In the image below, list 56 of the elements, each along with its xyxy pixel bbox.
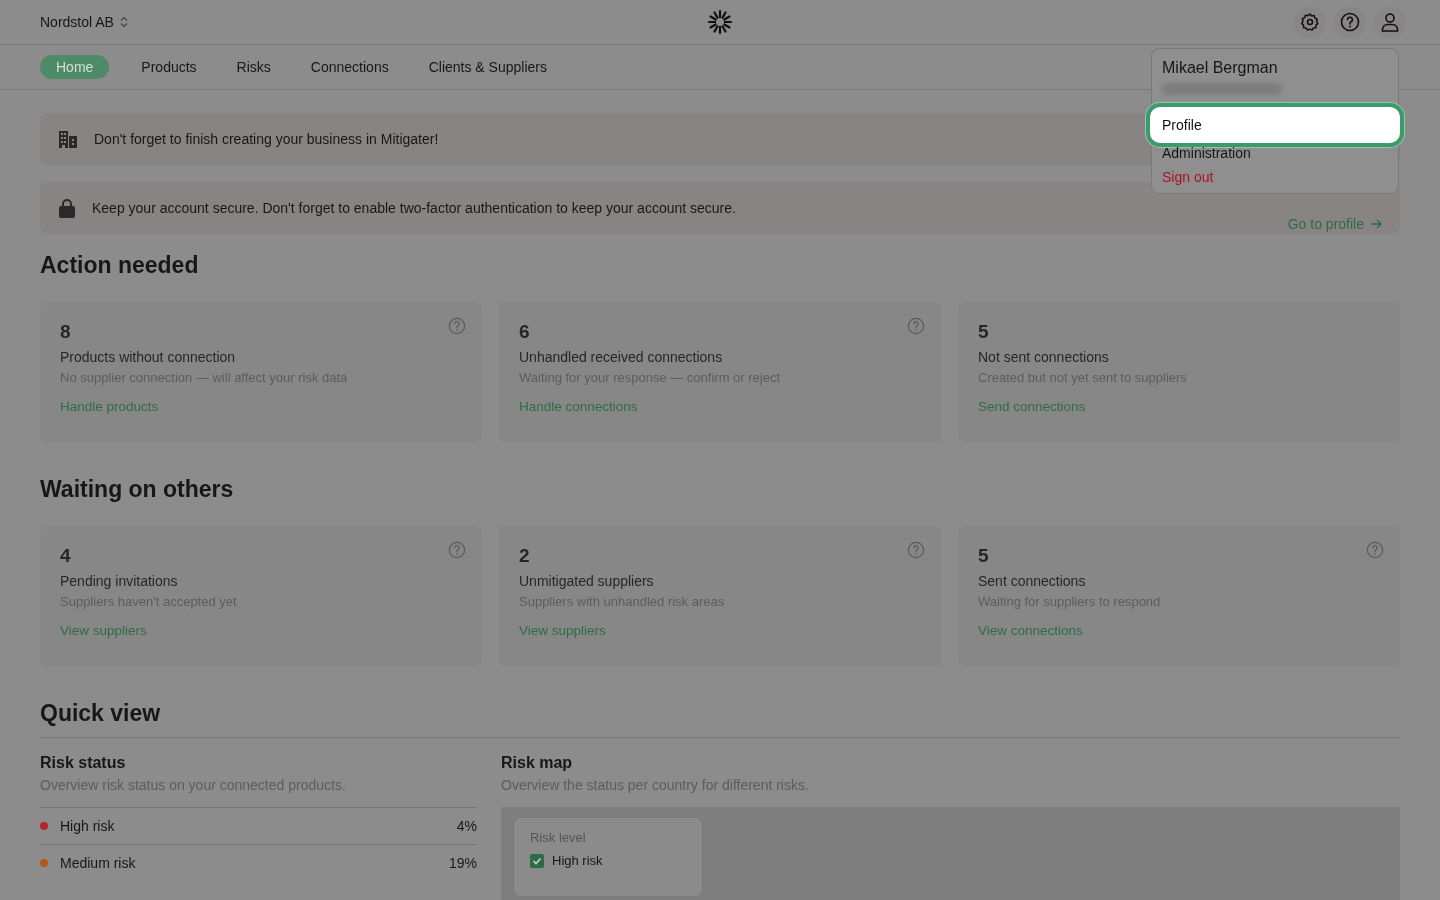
action-link[interactable]: View connections — [978, 623, 1083, 638]
banner-text: Keep your account secure. Don't forget to enable two-factor authentication to keep your account secure. — [92, 200, 736, 216]
action-link[interactable]: View suppliers — [60, 623, 147, 638]
action-link[interactable]: View suppliers — [519, 623, 606, 638]
stat-title: Pending invitations — [60, 573, 179, 589]
section-title: Action needed — [40, 251, 200, 279]
panel-title: Risk map — [501, 754, 574, 772]
profile-link[interactable]: Go to profile — [1287, 216, 1382, 232]
risk-percentage: 4% — [456, 818, 477, 834]
lock-icon — [58, 198, 76, 218]
stat-count: 2 — [519, 545, 530, 567]
action-link[interactable]: Send connections — [978, 399, 1086, 414]
banner-text: Don't forget to finish creating your business in Mitigater! — [94, 131, 439, 147]
logo-icon[interactable] — [707, 9, 733, 35]
panel-title: Risk status — [40, 754, 127, 772]
stat-title: Products without connection — [60, 349, 237, 365]
stat-count: 5 — [978, 321, 989, 343]
legend-label: High risk — [552, 853, 603, 868]
section-title: Quick view — [40, 699, 162, 727]
checkmark-icon — [532, 855, 542, 866]
action-link[interactable]: Handle products — [60, 399, 159, 414]
action-link[interactable]: Handle connections — [519, 399, 638, 414]
help-icon[interactable] — [448, 317, 466, 335]
gear-icon — [1300, 12, 1320, 32]
help-icon[interactable] — [907, 317, 925, 335]
nav-tab[interactable]: Products — [133, 55, 205, 79]
risk-label: High risk — [60, 818, 115, 834]
checkbox[interactable] — [530, 853, 544, 868]
stat-count: 6 — [519, 321, 530, 343]
nav-tab[interactable]: Risks — [228, 55, 279, 79]
stat-title: Not sent connections — [978, 349, 1110, 365]
risk-label: Medium risk — [60, 855, 136, 871]
risk-percentage: 19% — [448, 855, 477, 871]
stat-title: Unmitigated suppliers — [519, 573, 655, 589]
section-title: Waiting on others — [40, 475, 235, 503]
stat-title: Sent connections — [978, 573, 1087, 589]
menu-item[interactable]: Sign out — [1162, 166, 1388, 188]
stat-count: 8 — [60, 321, 71, 343]
stat-count: 5 — [978, 545, 989, 567]
help-icon[interactable] — [448, 541, 466, 559]
help-button[interactable] — [1334, 6, 1366, 38]
help-icon[interactable] — [1366, 541, 1384, 559]
nav-tab[interactable]: Home — [40, 55, 110, 79]
chevron-updown-icon[interactable] — [119, 16, 128, 28]
person-icon — [1380, 12, 1400, 32]
settings-button[interactable] — [1294, 6, 1326, 38]
user-button[interactable] — [1374, 6, 1406, 38]
company-name[interactable]: Nordstol AB — [40, 14, 114, 30]
arrow-right-icon — [1370, 219, 1382, 229]
nav-tab[interactable]: Clients & Suppliers — [420, 55, 555, 79]
question-icon — [1340, 12, 1360, 32]
help-icon[interactable] — [907, 541, 925, 559]
stat-count: 4 — [60, 545, 71, 567]
nav-tab[interactable]: Connections — [302, 55, 397, 79]
user-name: Mikael Bergman — [1162, 59, 1279, 77]
stat-title: Unhandled received connections — [519, 349, 724, 365]
